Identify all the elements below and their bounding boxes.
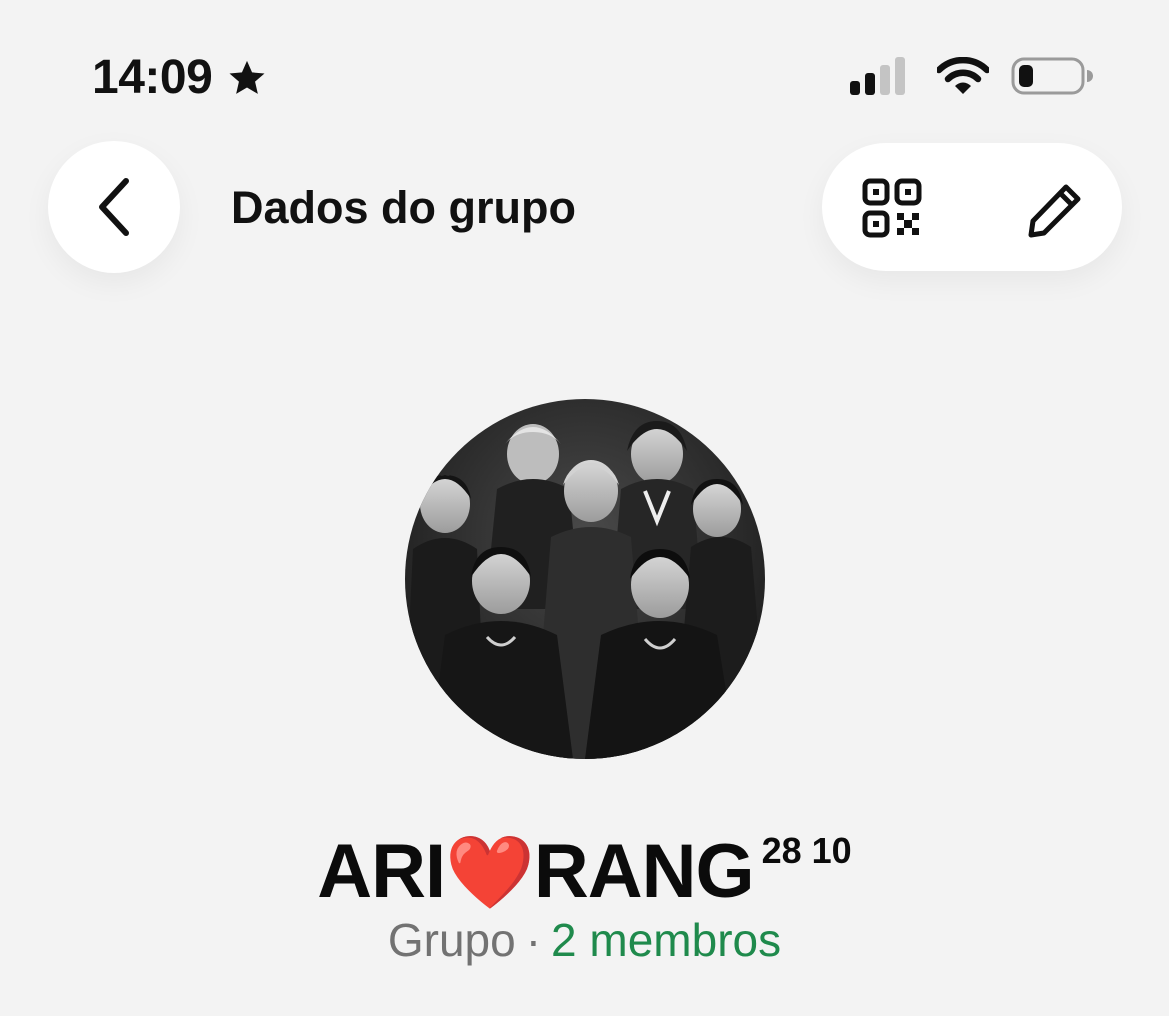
edit-button[interactable] bbox=[1024, 179, 1086, 241]
group-kind: Grupo bbox=[387, 914, 516, 966]
status-bar-time: 14:09 bbox=[92, 50, 268, 106]
back-button[interactable] bbox=[48, 141, 180, 273]
group-info-screen: 14:09 Dados do grupo ARI❤️RANG 28 10 Gru… bbox=[0, 0, 1169, 1016]
group-photo bbox=[405, 399, 765, 759]
group-name-superscript: 28 10 bbox=[761, 830, 852, 871]
qr-code-icon bbox=[862, 178, 922, 238]
wifi-icon bbox=[937, 57, 989, 95]
star-icon bbox=[226, 57, 268, 99]
qr-code-button[interactable] bbox=[862, 178, 922, 238]
separator-dot: · bbox=[525, 914, 542, 966]
group-name-part2: RANG bbox=[533, 829, 755, 914]
members-link[interactable]: 2 membros bbox=[551, 914, 781, 966]
group-subtitle: Grupo · 2 membros bbox=[0, 912, 1169, 968]
chevron-left-icon bbox=[99, 178, 129, 236]
group-name: ARI❤️RANG 28 10 bbox=[0, 806, 1169, 918]
header-actions bbox=[822, 143, 1122, 271]
status-bar-indicators bbox=[850, 56, 1093, 96]
pencil-icon bbox=[1028, 184, 1081, 238]
battery-low-icon bbox=[1011, 56, 1093, 96]
heart-emoji: ❤️ bbox=[445, 833, 535, 913]
page-title: Dados do grupo bbox=[231, 182, 576, 233]
time-text: 14:09 bbox=[92, 51, 213, 104]
cellular-signal-icon bbox=[850, 57, 905, 95]
group-name-part1: ARI bbox=[317, 829, 446, 914]
group-avatar[interactable] bbox=[405, 399, 765, 759]
